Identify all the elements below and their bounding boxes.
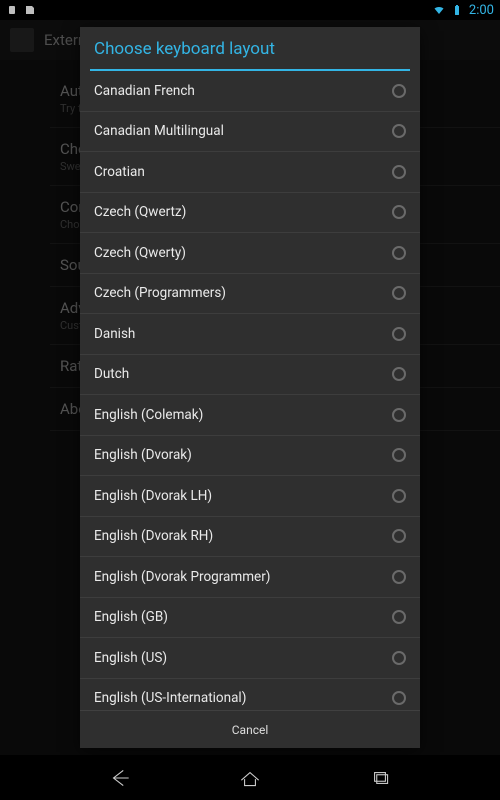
- layout-option-label: Czech (Qwertz): [94, 204, 186, 220]
- status-bar: 2:00: [0, 0, 500, 20]
- layout-option[interactable]: English (Dvorak Programmer): [80, 557, 420, 598]
- layout-option-label: English (Colemak): [94, 407, 203, 423]
- radio-icon: [392, 367, 406, 381]
- home-button[interactable]: [230, 758, 270, 798]
- layout-option[interactable]: Danish: [80, 314, 420, 355]
- radio-icon: [392, 124, 406, 138]
- layout-option-label: English (Dvorak RH): [94, 528, 213, 544]
- radio-icon: [392, 448, 406, 462]
- layout-option[interactable]: Croatian: [80, 152, 420, 193]
- cancel-label: Cancel: [232, 723, 269, 737]
- radio-icon: [392, 529, 406, 543]
- layout-option[interactable]: English (US-International): [80, 679, 420, 711]
- radio-icon: [392, 165, 406, 179]
- layout-option-label: Danish: [94, 326, 135, 342]
- navigation-bar: [0, 755, 500, 800]
- layout-option[interactable]: Czech (Qwertz): [80, 193, 420, 234]
- status-right: 2:00: [433, 3, 494, 18]
- layout-option[interactable]: Canadian Multilingual: [80, 112, 420, 153]
- device-frame: 2:00 Externa Auto...Try t...Cho...Swe...…: [0, 0, 500, 800]
- radio-icon: [392, 489, 406, 503]
- wifi-icon: [433, 4, 445, 16]
- layout-option[interactable]: English (Dvorak LH): [80, 476, 420, 517]
- radio-icon: [392, 84, 406, 98]
- layout-option-label: English (US-International): [94, 690, 246, 706]
- layout-option-label: Canadian Multilingual: [94, 123, 224, 139]
- layout-option-label: English (Dvorak): [94, 447, 192, 463]
- layout-option-label: English (GB): [94, 609, 168, 625]
- layout-option-label: English (Dvorak LH): [94, 488, 212, 504]
- radio-icon: [392, 408, 406, 422]
- radio-icon: [392, 651, 406, 665]
- keyboard-layout-dialog: Choose keyboard layout Canadian FrenchCa…: [80, 27, 420, 748]
- app-icon: [10, 28, 34, 52]
- radio-icon: [392, 286, 406, 300]
- dialog-title: Choose keyboard layout: [80, 27, 420, 69]
- cancel-button[interactable]: Cancel: [80, 710, 420, 748]
- layout-option[interactable]: English (US): [80, 638, 420, 679]
- radio-icon: [392, 610, 406, 624]
- dialog-option-list[interactable]: Canadian French Canadian Multilingual Croa…: [80, 71, 420, 710]
- layout-option[interactable]: English (Dvorak): [80, 436, 420, 477]
- layout-option[interactable]: English (Dvorak RH): [80, 517, 420, 558]
- layout-option-label: Canadian French: [94, 83, 195, 99]
- status-left: [6, 4, 36, 16]
- media-icon: [24, 4, 36, 16]
- layout-option[interactable]: Czech (Programmers): [80, 274, 420, 315]
- layout-option[interactable]: English (GB): [80, 598, 420, 639]
- layout-option-label: English (US): [94, 650, 167, 666]
- layout-option[interactable]: Canadian French: [80, 71, 420, 112]
- radio-icon: [392, 327, 406, 341]
- radio-icon: [392, 246, 406, 260]
- debug-icon: [6, 4, 18, 16]
- radio-icon: [392, 205, 406, 219]
- layout-option[interactable]: Dutch: [80, 355, 420, 396]
- layout-option-label: Czech (Programmers): [94, 285, 226, 301]
- radio-icon: [392, 570, 406, 584]
- radio-icon: [392, 691, 406, 705]
- layout-option-label: English (Dvorak Programmer): [94, 569, 271, 585]
- back-button[interactable]: [100, 758, 140, 798]
- layout-option[interactable]: Czech (Qwerty): [80, 233, 420, 274]
- battery-icon: [451, 4, 463, 16]
- layout-option[interactable]: English (Colemak): [80, 395, 420, 436]
- layout-option-label: Croatian: [94, 164, 145, 180]
- recents-button[interactable]: [360, 758, 400, 798]
- status-clock: 2:00: [469, 3, 494, 18]
- layout-option-label: Czech (Qwerty): [94, 245, 186, 261]
- layout-option-label: Dutch: [94, 366, 129, 382]
